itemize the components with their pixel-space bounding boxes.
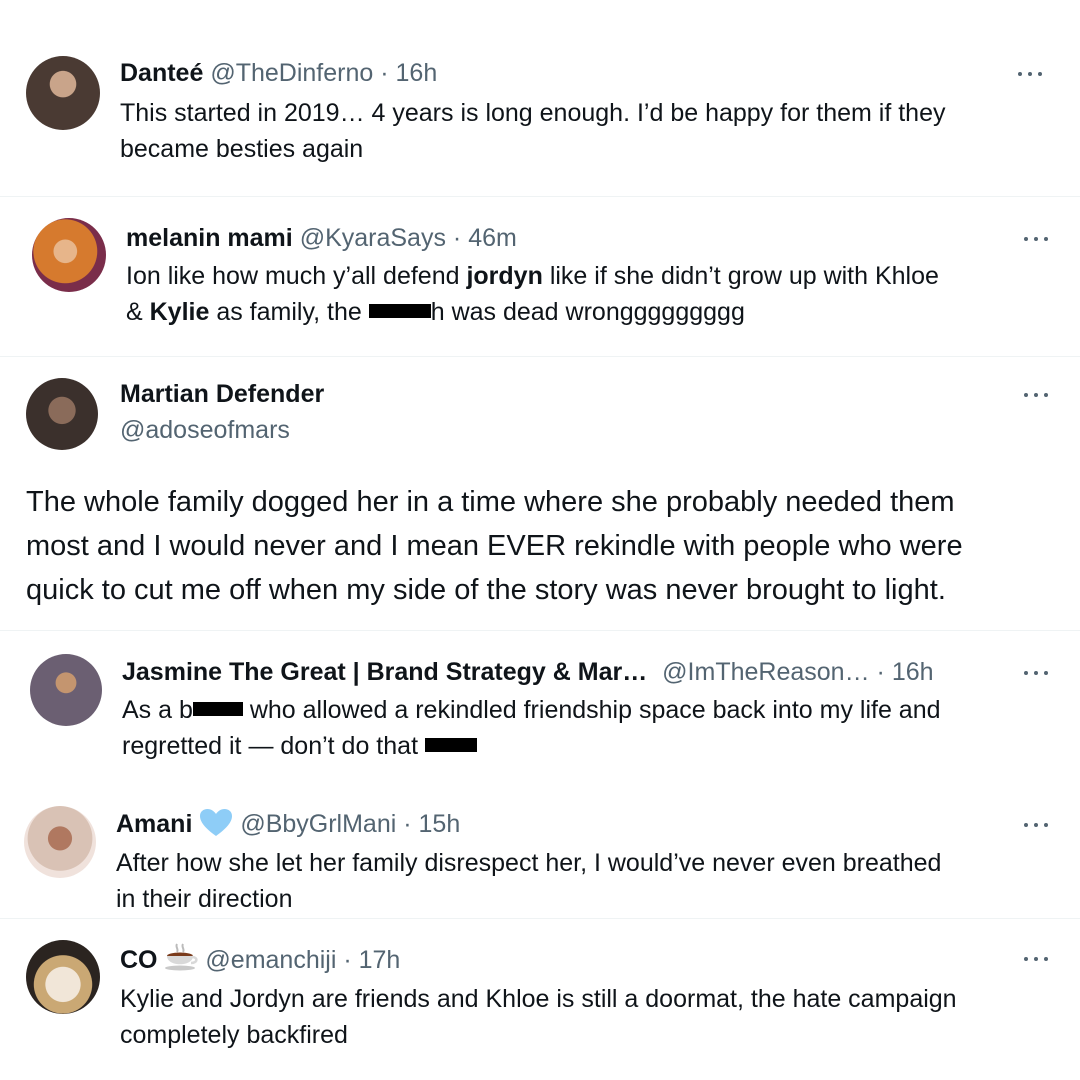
text-segment: & [126, 298, 150, 326]
avatar[interactable] [26, 378, 98, 450]
tweet-jasmine-the-great[interactable]: Jasmine The Great | Brand Strategy & Mar… [0, 630, 1080, 790]
tweet-text-line: became besties again [120, 135, 364, 163]
handle[interactable]: @KyaraSays [300, 224, 446, 252]
bold-text: Kylie [149, 298, 210, 326]
avatar[interactable] [26, 940, 100, 1014]
handle[interactable]: @emanchiji [205, 946, 336, 974]
timestamp[interactable]: 16h [892, 658, 934, 686]
separator-dot: · [876, 658, 885, 686]
more-options-icon[interactable] [1022, 954, 1052, 964]
separator-dot: · [403, 810, 412, 838]
redaction-bar [368, 304, 431, 318]
display-name[interactable]: Amani [116, 810, 192, 838]
text-segment: b [178, 696, 193, 724]
more-options-icon[interactable] [1016, 69, 1046, 79]
timestamp[interactable]: 15h [419, 810, 461, 838]
tweet-text-line: regretted it — don’t do that [122, 728, 941, 764]
tweet-text-line: The whole family dogged her in a time wh… [26, 486, 955, 518]
handle[interactable]: @adoseofmars [120, 414, 324, 446]
text-segment: as family, the [209, 298, 369, 326]
tweet-header: CO @emanchiji · 17h [120, 942, 400, 976]
tweet-text-line: completely backfired [120, 1021, 348, 1049]
separator-dot: · [343, 946, 352, 974]
text-segment: like if she didn’t grow up with Khloe [542, 262, 939, 290]
tweet-text-line: As a b who allowed a rekindled friendshi… [122, 692, 941, 728]
separator-dot: · [380, 59, 389, 87]
avatar[interactable] [32, 218, 106, 292]
handle[interactable]: @TheDinferno [210, 59, 373, 87]
display-name[interactable]: CO [120, 946, 158, 974]
display-name[interactable]: Martian Defender [120, 378, 324, 410]
avatar[interactable] [26, 56, 100, 130]
tweet-text: The whole family dogged her in a time wh… [26, 480, 963, 612]
bold-text: jordyn [466, 262, 543, 290]
tweet-text-line: After how she let her family disrespect … [116, 849, 942, 877]
tweet-text-line: Ion like how much y’all defend jordyn li… [126, 258, 939, 294]
tweet-danteé[interactable]: Danteé @TheDinferno · 16h This started i… [0, 0, 1080, 180]
redaction-bar [192, 702, 243, 716]
tweet-header: melanin mami @KyaraSays · 46m [126, 222, 517, 254]
tweet-text-line: most and I would never and I mean EVER r… [26, 530, 963, 562]
display-name[interactable]: Danteé [120, 59, 203, 87]
display-name[interactable]: melanin mami [126, 224, 293, 252]
blue-heart-emoji [200, 809, 233, 836]
tweet-header: Danteé @TheDinferno · 16h [120, 57, 437, 89]
timestamp[interactable]: 17h [359, 946, 401, 974]
tweet-martian-defender[interactable]: Martian Defender @adoseofmars The whole … [0, 356, 1080, 628]
tweet-text-line: This started in 2019… 4 years is long en… [120, 99, 946, 127]
text-segment: regretted it — don’t do that [122, 732, 425, 760]
hot-beverage-emoji [165, 943, 199, 971]
tweet-text: Kylie and Jordyn are friends and Khloe i… [120, 981, 957, 1053]
tweet-text-line: in their direction [116, 885, 293, 913]
tweet-text-line: Kylie and Jordyn are friends and Khloe i… [120, 985, 957, 1013]
tweet-text-line: & Kylie as family, the h was dead wrongg… [126, 294, 939, 330]
tweet-header: Martian Defender @adoseofmars [120, 378, 324, 446]
handle[interactable]: @ImTheReason… [662, 658, 869, 686]
more-options-icon[interactable] [1022, 820, 1052, 830]
tweet-text-line: quick to cut me off when my side of the … [26, 574, 946, 606]
text-segment: Ion like how much y’all defend [126, 262, 467, 290]
tweet-text: As a b who allowed a rekindled friendshi… [122, 692, 941, 764]
tweet-melanin-mami[interactable]: melanin mami @KyaraSays · 46m Ion like h… [0, 196, 1080, 356]
tweet-text: Ion like how much y’all defend jordyn li… [126, 258, 939, 330]
tweet-text: After how she let her family disrespect … [116, 845, 941, 917]
more-options-icon[interactable] [1022, 390, 1052, 400]
more-options-icon[interactable] [1022, 668, 1052, 678]
text-segment: who allowed a rekindled friendship space… [242, 696, 941, 724]
separator-dot: · [452, 224, 462, 252]
avatar[interactable] [30, 654, 102, 726]
tweet-amani[interactable]: Amani @BbyGrlMani · 15h After how she le… [0, 790, 1080, 918]
text-segment: h was dead wronggggggggg [430, 298, 745, 326]
display-name[interactable]: Jasmine The Great | Brand Strategy & Mar… [122, 658, 647, 686]
timestamp[interactable]: 46m [468, 224, 517, 252]
tweet-co[interactable]: CO @emanchiji · 17h Kylie and Jordyn are… [0, 918, 1080, 1080]
tweet-header: Jasmine The Great | Brand Strategy & Mar… [122, 656, 934, 688]
tweet-header: Amani @BbyGrlMani · 15h [116, 808, 460, 840]
more-options-icon[interactable] [1022, 234, 1052, 244]
redaction-bar [424, 738, 477, 752]
text-segment: As a [122, 696, 179, 724]
avatar[interactable] [24, 806, 96, 878]
timestamp[interactable]: 16h [396, 59, 438, 87]
handle[interactable]: @BbyGrlMani [240, 810, 396, 838]
tweet-text: This started in 2019… 4 years is long en… [120, 95, 945, 167]
